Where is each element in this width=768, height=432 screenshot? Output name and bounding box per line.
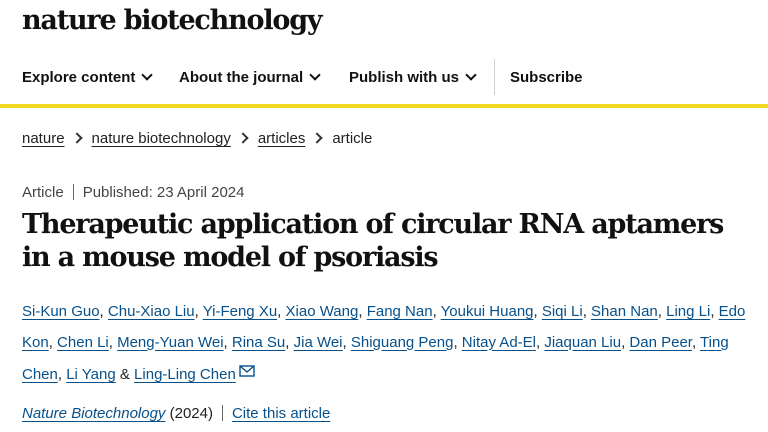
author-link[interactable]: Xiao Wang	[286, 303, 359, 320]
author-separator: ,	[285, 333, 294, 351]
citation-year: (2024)	[169, 405, 213, 422]
subscribe-link[interactable]: Subscribe	[510, 69, 583, 86]
author-separator: ,	[582, 303, 592, 320]
chevron-down-icon	[465, 69, 477, 81]
site-logo[interactable]: nature biotechnology	[22, 5, 323, 36]
breadcrumb-nature-biotechnology[interactable]: nature biotechnology	[92, 130, 231, 147]
author-separator: ,	[48, 333, 58, 351]
article-type: Article	[22, 184, 64, 201]
author-separator: ,	[108, 333, 118, 351]
author-list: Si-Kun Guo, Chu-Xiao Liu, Yi-Feng Xu, Xi…	[22, 297, 747, 391]
author-separator: ,	[453, 333, 462, 351]
chevron-right-icon	[237, 132, 249, 144]
author-link[interactable]: Jia Wei	[294, 334, 343, 351]
author-separator: ,	[657, 303, 667, 320]
nav-about-journal[interactable]: About the journal	[179, 69, 321, 86]
author-separator: ,	[277, 303, 286, 320]
author-link[interactable]: Jiaquan Liu	[544, 334, 621, 351]
breadcrumb-current: article	[332, 130, 373, 147]
author-link[interactable]: Ling Li	[666, 303, 710, 320]
author-link[interactable]: Li Yang	[66, 366, 116, 383]
author-separator: ,	[223, 333, 232, 351]
main-nav: Explore content About the journal Publis…	[0, 56, 768, 102]
author-separator: ,	[432, 303, 441, 320]
author-link[interactable]: Yi-Feng Xu	[203, 303, 277, 320]
author-separator: ,	[57, 366, 67, 383]
author-link[interactable]: Rina Su	[232, 334, 285, 351]
site-header: nature biotechnology	[0, 0, 768, 52]
nav-explore-content[interactable]: Explore content	[22, 69, 154, 86]
accent-rule	[0, 104, 768, 108]
author-link[interactable]: Shan Nan	[591, 303, 658, 320]
journal-link[interactable]: Nature Biotechnology	[22, 405, 165, 422]
breadcrumb: nature nature biotechnology articles articl…	[22, 130, 372, 147]
nav-divider	[494, 59, 495, 95]
author-separator: ,	[710, 303, 719, 320]
author-separator: ,	[194, 303, 203, 320]
chevron-right-icon	[311, 132, 324, 144]
author-separator: ,	[533, 303, 542, 320]
author-separator: ,	[342, 333, 351, 351]
author-joiner: &	[115, 366, 135, 383]
author-link[interactable]: Ling-Ling Chen	[134, 366, 236, 383]
author-separator: ,	[358, 303, 367, 320]
author-link[interactable]: Youkui Huang	[441, 303, 534, 320]
author-link[interactable]: Chu-Xiao Liu	[108, 303, 195, 320]
chevron-down-icon	[141, 69, 154, 81]
author-link[interactable]: Shiguang Peng	[351, 334, 454, 351]
mail-icon[interactable]	[239, 358, 255, 389]
author-link[interactable]: Nitay Ad-El	[462, 334, 536, 351]
nav-label: Publish with us	[349, 69, 460, 86]
author-link[interactable]: Dan Peer	[629, 334, 692, 351]
article-title: Therapeutic application of circular RNA …	[22, 209, 724, 273]
article-meta: Article Published: 23 April 2024	[22, 184, 244, 201]
chevron-right-icon	[70, 132, 83, 144]
published-date: Published: 23 April 2024	[82, 184, 245, 201]
author-separator: ,	[691, 333, 701, 351]
author-link[interactable]: Si-Kun Guo	[22, 303, 100, 320]
author-separator: ,	[99, 303, 108, 320]
nav-label: Explore content	[22, 69, 136, 86]
nav-publish-with-us[interactable]: Publish with us	[349, 69, 477, 86]
breadcrumb-nature[interactable]: nature	[22, 130, 65, 147]
cite-this-article-link[interactable]: Cite this article	[232, 405, 330, 422]
nav-label: About the journal	[179, 69, 304, 86]
citation-line: Nature Biotechnology (2024) Cite this art…	[22, 405, 330, 422]
chevron-down-icon	[309, 69, 321, 81]
author-link[interactable]: Chen Li	[57, 334, 109, 351]
author-link[interactable]: Meng-Yuan Wei	[117, 334, 223, 351]
breadcrumb-articles[interactable]: articles	[258, 130, 306, 147]
meta-divider	[72, 184, 74, 200]
author-link[interactable]: Siqi Li	[542, 303, 583, 320]
author-link[interactable]: Fang Nan	[367, 303, 433, 320]
citation-divider	[221, 405, 223, 421]
